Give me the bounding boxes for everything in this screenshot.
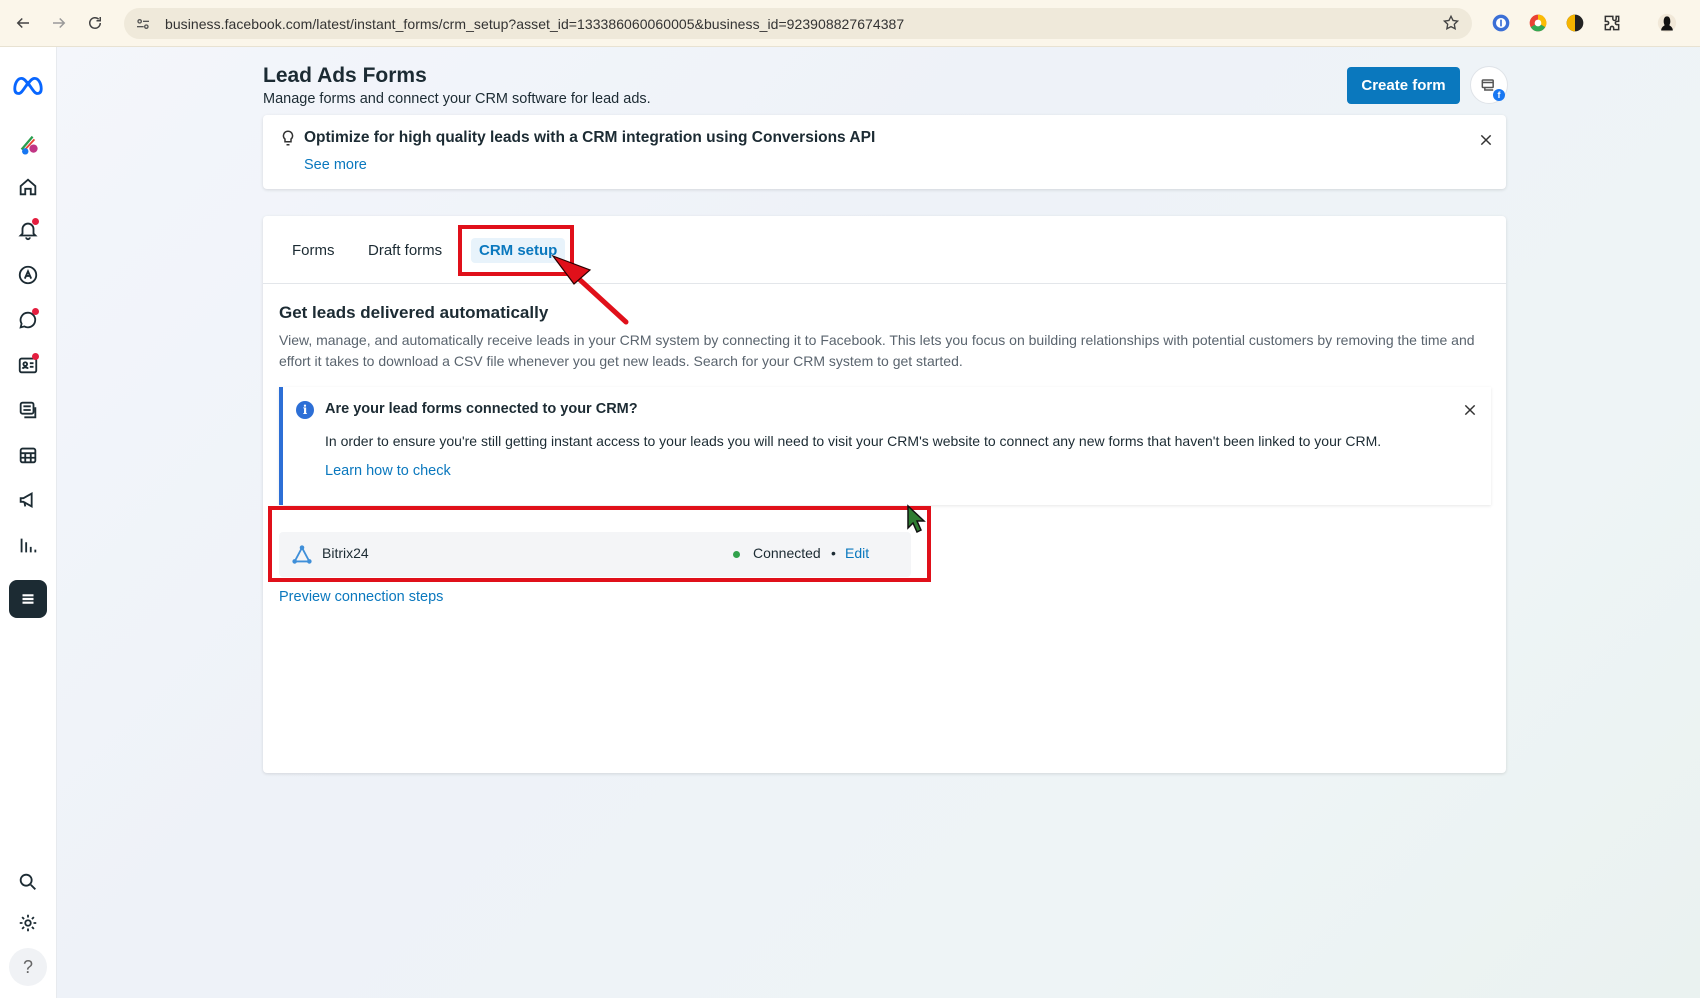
meta-logo-icon[interactable]	[9, 66, 47, 104]
business-account-avatar[interactable]	[9, 125, 47, 163]
notification-dot	[32, 308, 39, 315]
connected-status-dot	[733, 551, 740, 558]
notification-dot	[32, 353, 39, 360]
content-pages-icon[interactable]	[9, 391, 47, 429]
profile-avatar[interactable]	[1656, 12, 1678, 34]
url-text: business.facebook.com/latest/instant_for…	[165, 15, 905, 32]
optimize-banner: Optimize for high quality leads with a C…	[263, 115, 1506, 189]
address-bar[interactable]: business.facebook.com/latest/instant_for…	[124, 8, 1472, 39]
megaphone-icon[interactable]	[9, 481, 47, 519]
facebook-badge-icon: f	[1493, 89, 1505, 101]
banner-title: Optimize for high quality leads with a C…	[304, 129, 876, 146]
info-body: In order to ensure you're still getting …	[325, 433, 1382, 449]
form-tabs: Forms Draft forms CRM setup	[263, 216, 1506, 284]
see-more-link[interactable]: See more	[304, 157, 367, 173]
info-icon: i	[296, 401, 314, 419]
section-title: Get leads delivered automatically	[279, 303, 549, 322]
info-title: Are your lead forms connected to your CR…	[325, 401, 638, 417]
forward-icon[interactable]	[46, 10, 72, 36]
create-form-button[interactable]: Create form	[1347, 67, 1460, 104]
all-tools-menu-icon[interactable]	[9, 580, 47, 618]
crm-info-notice: i Are your lead forms connected to your …	[279, 387, 1491, 505]
ads-manager-icon[interactable]	[9, 256, 47, 294]
chat-bubble-icon[interactable]	[9, 301, 47, 339]
site-settings-icon[interactable]	[133, 14, 153, 34]
insights-bars-icon[interactable]	[9, 526, 47, 564]
page-title: Lead Ads Forms	[263, 64, 427, 87]
preview-connection-steps-link[interactable]: Preview connection steps	[279, 589, 443, 605]
yellow-extension-icon[interactable]	[1564, 12, 1586, 34]
back-icon[interactable]	[10, 10, 36, 36]
crm-name: Bitrix24	[322, 545, 369, 561]
edit-crm-link[interactable]: Edit	[845, 545, 869, 561]
extensions-puzzle-icon[interactable]	[1601, 12, 1623, 34]
tab-draft-forms[interactable]: Draft forms	[360, 238, 450, 263]
help-icon[interactable]: ?	[9, 948, 47, 986]
contacts-card-icon[interactable]	[9, 346, 47, 384]
section-description: View, manage, and automatically receive …	[279, 332, 1475, 369]
search-icon[interactable]	[9, 863, 47, 901]
separator-dot: •	[831, 545, 836, 561]
connection-status: Connected	[753, 545, 821, 561]
calendar-planner-icon[interactable]	[9, 436, 47, 474]
browser-toolbar: business.facebook.com/latest/instant_for…	[0, 0, 1700, 47]
page-subtitle: Manage forms and connect your CRM softwa…	[263, 91, 651, 107]
connected-crm-row[interactable]: Bitrix24 Connected • Edit	[279, 532, 911, 577]
reload-icon[interactable]	[82, 10, 108, 36]
close-banner-icon[interactable]	[1477, 131, 1495, 149]
home-icon[interactable]	[9, 168, 47, 206]
crm-setup-card: Forms Draft forms CRM setup Get leads de…	[263, 216, 1506, 773]
page-profile-avatar[interactable]: f	[1470, 66, 1508, 104]
settings-gear-icon[interactable]	[9, 904, 47, 942]
notification-dot	[32, 218, 39, 225]
lightbulb-icon	[282, 130, 294, 146]
tab-forms[interactable]: Forms	[284, 238, 343, 263]
close-info-icon[interactable]	[1461, 401, 1479, 419]
learn-how-to-check-link[interactable]: Learn how to check	[325, 463, 451, 479]
password-manager-extension-icon[interactable]	[1490, 12, 1512, 34]
color-extension-icon[interactable]	[1527, 12, 1549, 34]
bookmark-star-icon[interactable]	[1442, 14, 1460, 32]
bitrix-logo-icon	[292, 545, 312, 564]
business-suite-app: ? Lead Ads Forms Manage forms and connec…	[0, 47, 1700, 998]
tab-crm-setup[interactable]: CRM setup	[471, 238, 566, 263]
left-sidebar: ?	[0, 47, 57, 998]
notifications-bell-icon[interactable]	[9, 211, 47, 249]
